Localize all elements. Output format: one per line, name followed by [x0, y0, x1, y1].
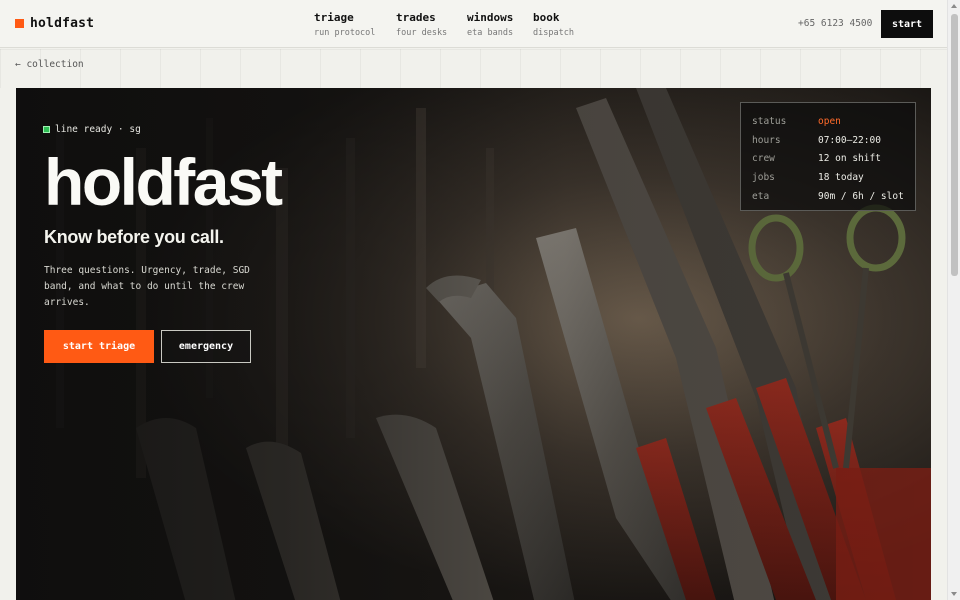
nav-item-book[interactable]: book dispatch: [533, 11, 574, 39]
nav-item-label: triage: [314, 11, 354, 24]
nav-item-trades[interactable]: trades four desks: [396, 11, 447, 39]
nav-item-windows[interactable]: windows eta bands: [467, 11, 513, 39]
info-key: crew: [752, 153, 775, 165]
nav-item-label: windows: [467, 11, 514, 24]
page-scrollbar[interactable]: [947, 0, 960, 600]
status-indicator-icon: [43, 126, 50, 133]
nav-item-subtitle: four desks: [396, 28, 448, 38]
back-to-collection-link[interactable]: ← collection: [15, 59, 84, 70]
info-key: eta: [752, 190, 770, 202]
info-row-jobs: jobs 18 today: [752, 169, 904, 188]
start-button[interactable]: start: [881, 10, 933, 38]
nav-item-label: book: [533, 11, 560, 24]
nav-item-subtitle: eta bands: [467, 28, 514, 38]
nav-item-triage[interactable]: triage run protocol: [314, 11, 375, 39]
top-navigation-bar: holdfast triage run protocol trades four…: [0, 0, 947, 48]
nav-item-subtitle: dispatch: [533, 28, 574, 38]
scroll-up-arrow-icon[interactable]: [951, 4, 957, 8]
nav-item-label: trades: [396, 11, 436, 24]
info-row-status: status open: [752, 113, 904, 132]
scrollbar-thumb[interactable]: [951, 14, 958, 276]
brand-square-icon: [15, 19, 24, 28]
status-info-panel: status open hours 07:00–22:00 crew 12 on…: [740, 102, 916, 211]
info-key: status: [752, 116, 787, 127]
info-key: hours: [752, 134, 781, 146]
brand-name: holdfast: [30, 16, 95, 31]
info-value: 12 on shift: [818, 153, 881, 165]
info-value: open: [818, 116, 841, 127]
nav-item-subtitle: run protocol: [314, 28, 376, 38]
hero-title: holdfast: [44, 145, 283, 219]
info-value: 18 today: [818, 172, 864, 184]
phone-number[interactable]: +65 6123 4500: [798, 18, 872, 29]
line-status: line ready · sg: [43, 124, 141, 135]
hero-tagline: Know before you call.: [44, 227, 224, 247]
emergency-button[interactable]: emergency: [161, 330, 251, 363]
info-value: 90m / 6h / slot: [818, 190, 904, 202]
brand-logo[interactable]: holdfast: [15, 16, 94, 31]
info-row-eta: eta 90m / 6h / slot: [752, 188, 904, 207]
breadcrumb-bar: ← collection: [0, 49, 947, 88]
hero-section: line ready · sg holdfast Know before you…: [16, 88, 931, 600]
info-row-crew: crew 12 on shift: [752, 150, 904, 169]
start-triage-button[interactable]: start triage: [44, 330, 154, 363]
info-row-hours: hours 07:00–22:00: [752, 132, 904, 151]
scroll-down-arrow-icon[interactable]: [951, 592, 957, 596]
info-value: 07:00–22:00: [818, 134, 881, 146]
page: holdfast triage run protocol trades four…: [0, 0, 960, 600]
line-status-text: line ready · sg: [55, 124, 141, 135]
info-key: jobs: [752, 172, 775, 184]
hero-description: Three questions. Urgency, trade, SGD ban…: [44, 265, 250, 308]
